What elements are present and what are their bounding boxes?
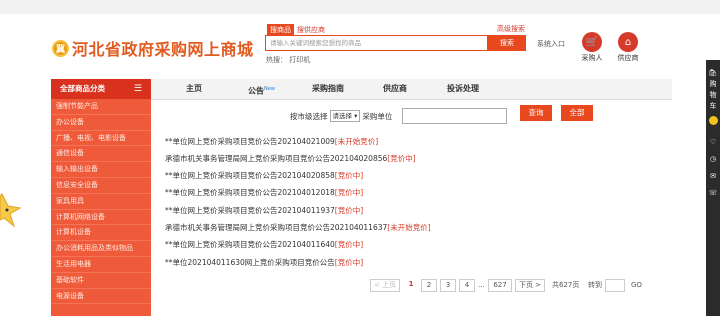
all-button[interactable]: 全部 [561,105,593,121]
site-logo[interactable]: 冀 河北省政府采购网上商城 [52,36,254,60]
notice-title: 承德市机关事务管理局网上竞价采购项目竞价公告202104020856 [165,154,388,163]
notice-title: **单位网上竞价采购项目竞价公告202104012018 [165,188,335,197]
cart-sidebar-icon[interactable]: 🛍 [706,68,720,79]
nav-home[interactable]: 主页 [186,79,202,99]
buyer-button[interactable]: 🛒 采购人 [578,32,606,63]
unit-input[interactable] [402,108,508,124]
nav-suppliers[interactable]: 供应商 [383,79,407,99]
prev-page-button[interactable]: < 上页 [370,279,400,292]
cart-icon: 🛒 [582,32,602,52]
goto-label: 转到 [588,281,602,289]
message-icon[interactable]: ✉ [706,171,720,182]
notice-item[interactable]: **单位网上竞价采购项目竞价公告202104012018[竞价中] [165,187,363,198]
toolbar-text: 购 [709,80,717,88]
notice-status: [未开始竞价] [387,223,431,232]
coin-icon[interactable] [706,116,720,129]
search-input[interactable]: 请输入关键词搜索您想找的商品 [265,35,488,51]
go-button[interactable]: GO [631,279,642,292]
category-item[interactable]: 计算机网络设备 [51,210,151,226]
category-item[interactable]: 计算机设备 [51,225,151,242]
site-title: 河北省政府采购网上商城 [72,40,254,59]
all-categories-header[interactable]: 全部商品分类 ☰ [51,79,151,99]
notice-status: [竞价中] [334,258,364,267]
category-header-label: 全部商品分类 [60,84,105,93]
notice-item[interactable]: **单位网上竞价采购项目竞价公告202104021009[未开始竞价] [165,136,378,147]
notice-status: [竞价中] [334,206,364,215]
category-item[interactable]: 办公设备 [51,115,151,131]
notice-title: 承德市机关事务管理局网上竞价采购项目竞价公告202104011637 [165,223,388,232]
total-pages: 共627页 [552,281,580,289]
notice-title: **单位网上竞价采购项目竞价公告202104021009 [165,137,335,146]
notice-item[interactable]: 承德市机关事务管理局网上竞价采购项目竞价公告202104020856[竞价中] [165,153,416,164]
city-filter-label: 按市级选择 [290,111,328,121]
category-item[interactable]: 强制节能产品 [51,99,151,115]
buyer-label: 采购人 [581,54,603,62]
category-item[interactable]: 生活用电器 [51,257,151,273]
next-page-button[interactable]: 下页 > [515,279,545,292]
city-select-value: 请选择 [332,112,353,120]
nav-procurement-guide[interactable]: 采购指南 [312,79,344,99]
page-2[interactable]: 2 [421,279,437,292]
mascot-icon [0,193,22,228]
hot-search-item[interactable]: 打印机 [289,56,310,64]
supplier-label: 供应商 [617,54,639,62]
notice-item[interactable]: **单位网上竞价采购项目竞价公告202104020858[竞价中] [165,170,363,181]
city-select[interactable]: 请选择 ▾ [329,110,361,122]
filter-bar: 按市级选择 请选择 ▾ 采购单位 [290,108,508,124]
query-button[interactable]: 查询 [520,105,552,121]
page-4[interactable]: 4 [459,279,475,292]
notice-status: [竞价中] [387,154,416,163]
category-item[interactable]: 通信设备 [51,146,151,163]
advanced-search-link[interactable]: 高级搜索 [497,24,525,34]
notice-title: **单位202104011630网上竞价采购项目竞价公告 [165,258,335,267]
notice-status: [竞价中] [334,240,364,249]
pagination-ellipsis: ... [478,281,485,289]
store-icon: ⌂ [618,32,638,52]
top-bar [0,0,720,14]
notice-status: [未开始竞价] [334,137,379,146]
notice-title: **单位网上竞价采购项目竞价公告202104011640 [165,240,335,249]
right-toolbar: 🛍 购 物 车 ♡ ◷ ✉ ☏ [706,60,720,316]
unit-label: 采购单位 [362,111,393,121]
main-nav: 主页 公告New 采购指南 供应商 投诉处理 [151,79,672,100]
page-3[interactable]: 3 [440,279,456,292]
hot-search-label: 热搜： [266,56,287,64]
notice-status: [竞价中] [334,188,364,197]
hot-search: 热搜： 打印机 [266,55,310,65]
category-item[interactable]: 办公消耗用品及类似物品 [51,241,151,257]
notice-item[interactable]: **单位网上竞价采购项目竞价公告202104011937[竞价中] [165,205,363,216]
notice-title: **单位网上竞价采购项目竞价公告202104020858 [165,171,335,180]
notice-item[interactable]: 承德市机关事务管理局网上竞价采购项目竞价公告202104011637[未开始竞价… [165,222,431,233]
nav-announcements[interactable]: 公告New [248,79,275,99]
new-badge: New [264,86,275,92]
category-item[interactable]: 信息安全设备 [51,178,151,194]
goto-page-input[interactable] [605,279,625,292]
notice-title: **单位网上竞价采购项目竞价公告202104011937 [165,206,335,215]
search-button[interactable]: 搜索 [488,35,526,51]
toolbar-text: 车 [709,102,717,110]
notice-item[interactable]: **单位网上竞价采购项目竞价公告202104011640[竞价中] [165,239,363,250]
category-list: 强制节能产品 办公设备 广播、电视、电影设备 通信设备 输入输出设备 信息安全设… [51,99,151,316]
supplier-button[interactable]: ⌂ 供应商 [614,32,642,63]
category-item[interactable]: 输入输出设备 [51,162,151,178]
notice-item[interactable]: **单位202104011630网上竞价采购项目竞价公告[竞价中] [165,257,363,268]
category-item[interactable]: 基础软件 [51,273,151,289]
category-item[interactable]: 家具用具 [51,194,151,210]
page-1[interactable]: 1 [405,279,417,292]
history-icon[interactable]: ◷ [706,154,720,165]
page-last[interactable]: 627 [488,279,512,292]
heart-icon[interactable]: ♡ [706,137,720,148]
category-item[interactable]: 电源设备 [51,289,151,305]
toolbar-text: 物 [709,91,717,99]
notice-status: [竞价中] [334,171,364,180]
nav-complaints[interactable]: 投诉处理 [447,79,479,99]
nav-announcements-label: 公告 [248,86,264,96]
category-item[interactable]: 广播、电视、电影设备 [51,131,151,147]
emblem-icon: 冀 [52,39,69,57]
menu-icon: ☰ [133,84,142,94]
system-login-link[interactable]: 系统入口 [537,39,565,49]
chat-icon[interactable]: ☏ [706,188,720,199]
